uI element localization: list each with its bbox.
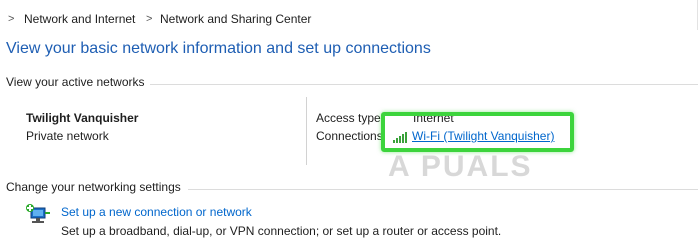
network-type[interactable]: Private network: [26, 129, 109, 143]
setup-connection-description: Set up a broadband, dial-up, or VPN conn…: [61, 224, 502, 238]
breadcrumb-separator: >: [146, 13, 153, 25]
section-divider: [150, 84, 698, 85]
breadcrumb-item-network-and-internet[interactable]: Network and Internet: [24, 8, 135, 30]
page-title: View your basic network information and …: [6, 40, 431, 57]
network-divider: [306, 97, 307, 165]
breadcrumb: > Network and Internet > Network and Sha…: [0, 0, 698, 30]
section-header-active-networks: View your active networks: [6, 75, 145, 89]
breadcrumb-separator: >: [8, 13, 15, 25]
network-name: Twilight Vanquisher: [26, 111, 139, 125]
highlight-box: [381, 112, 574, 152]
section-divider: [188, 189, 698, 190]
access-type-label: Access type:: [316, 111, 385, 125]
section-header-networking-settings: Change your networking settings: [6, 180, 181, 194]
network-setup-icon: [26, 204, 50, 223]
setup-connection-link[interactable]: Set up a new connection or network: [61, 205, 252, 219]
connections-label: Connections:: [316, 129, 387, 143]
breadcrumb-item-network-and-sharing-center[interactable]: Network and Sharing Center: [160, 8, 311, 30]
watermark: A PUALS: [388, 150, 533, 183]
